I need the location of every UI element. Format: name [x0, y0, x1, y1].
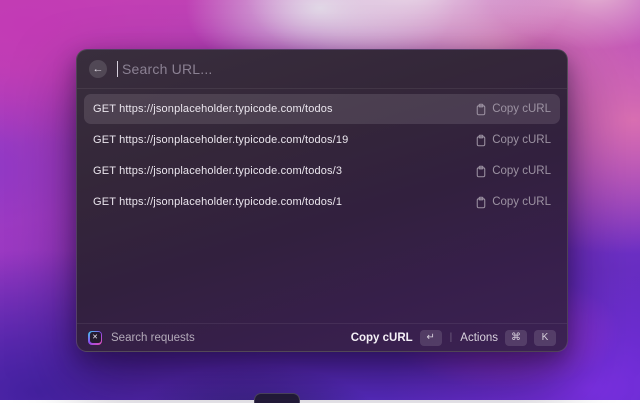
request-row[interactable]: GET https://jsonplaceholder.typicode.com…: [84, 94, 560, 124]
extension-icon: ✕: [88, 330, 102, 345]
footer-left: ✕ Search requests: [88, 330, 195, 345]
footer-separator: |: [449, 332, 453, 343]
copy-curl-label: Copy cURL: [492, 134, 551, 146]
request-url: GET https://jsonplaceholder.typicode.com…: [93, 103, 333, 115]
request-row[interactable]: GET https://jsonplaceholder.typicode.com…: [84, 156, 560, 186]
request-row[interactable]: GET https://jsonplaceholder.typicode.com…: [84, 125, 560, 155]
copy-curl-label: Copy cURL: [492, 196, 551, 208]
primary-action-button[interactable]: Copy cURL: [351, 332, 413, 344]
request-url: GET https://jsonplaceholder.typicode.com…: [93, 134, 349, 146]
copy-curl-action[interactable]: Copy cURL: [475, 165, 551, 178]
request-url: GET https://jsonplaceholder.typicode.com…: [93, 196, 343, 208]
request-url: GET https://jsonplaceholder.typicode.com…: [93, 165, 343, 177]
copy-curl-action[interactable]: Copy cURL: [475, 103, 551, 116]
command-keycap: ⌘: [505, 329, 527, 346]
text-cursor: [117, 61, 118, 77]
clipboard-icon: [476, 134, 486, 146]
empty-area: [77, 217, 567, 323]
copy-curl-action[interactable]: Copy cURL: [475, 196, 551, 209]
footer-context-label: Search requests: [111, 331, 195, 344]
dock-peek-shape: [254, 393, 300, 403]
k-keycap: K: [534, 329, 556, 346]
extension-icon-glyph: ✕: [89, 332, 101, 343]
actions-menu-button[interactable]: Actions: [460, 332, 498, 344]
back-button[interactable]: ←: [89, 60, 107, 78]
footer-right: Copy cURL ↵ | Actions ⌘ K: [351, 329, 556, 346]
command-palette-window: ← Search URL... GET https://jsonplacehol…: [76, 49, 568, 352]
clipboard-icon: [476, 165, 486, 177]
request-row[interactable]: GET https://jsonplaceholder.typicode.com…: [84, 187, 560, 217]
copy-curl-action[interactable]: Copy cURL: [475, 134, 551, 147]
copy-curl-label: Copy cURL: [492, 165, 551, 177]
clipboard-icon: [476, 103, 486, 115]
clipboard-icon: [476, 196, 486, 208]
back-arrow-icon: ←: [92, 62, 104, 75]
search-bar: ← Search URL...: [77, 50, 567, 88]
request-list: GET https://jsonplaceholder.typicode.com…: [77, 89, 567, 217]
copy-curl-label: Copy cURL: [492, 103, 551, 115]
return-keycap: ↵: [419, 329, 442, 346]
search-input[interactable]: Search URL...: [122, 61, 213, 77]
footer-bar: ✕ Search requests Copy cURL ↵ | Actions …: [77, 323, 567, 351]
